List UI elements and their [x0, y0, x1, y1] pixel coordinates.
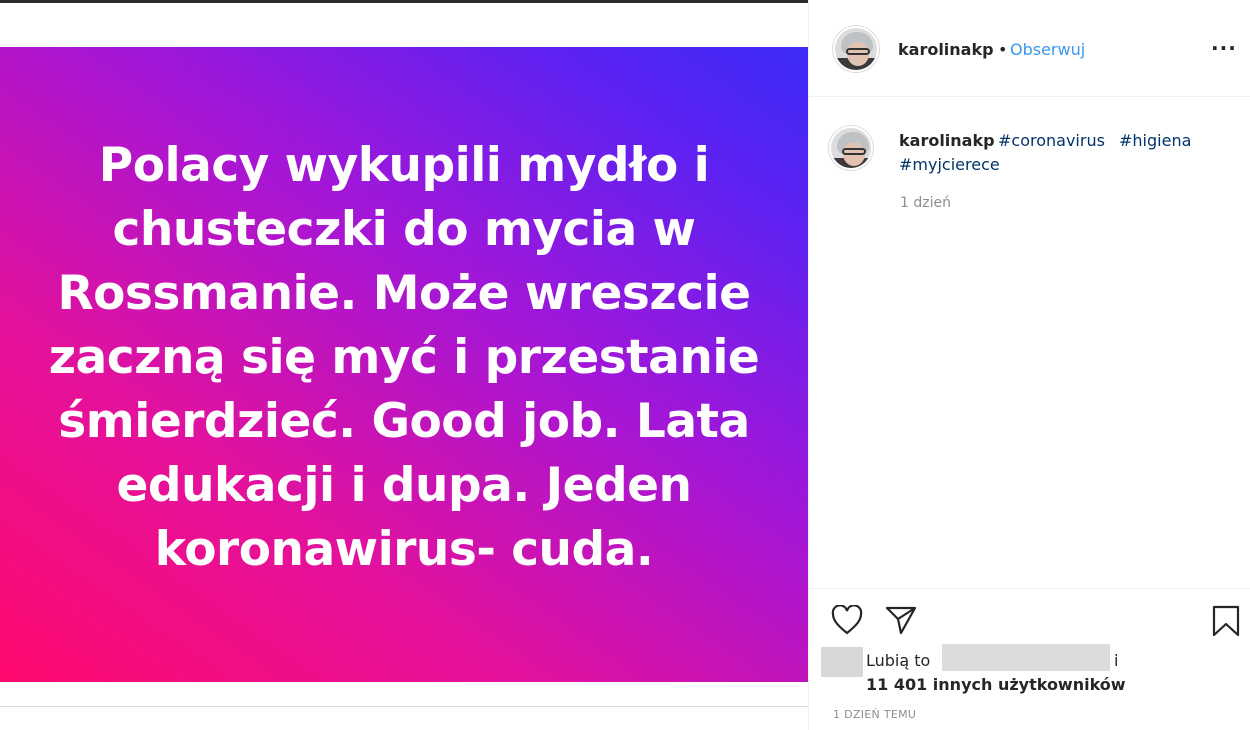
post-header: karolinakp • Obserwuj ···: [809, 0, 1250, 97]
likes-suffix: i: [1114, 651, 1119, 670]
header-username[interactable]: karolinakp: [898, 40, 994, 59]
heart-icon[interactable]: [831, 604, 863, 639]
caption-time[interactable]: 1 dzień: [900, 195, 951, 211]
avatar[interactable]: [833, 26, 879, 72]
instagram-post-view: Polacy wykupili mydło i chusteczki do my…: [0, 0, 1250, 730]
likes-count[interactable]: 11 401 innych użytkowników: [866, 675, 1126, 694]
separator-dot: •: [998, 40, 1008, 59]
post-actions: Lubią to i 11 401 innych użytkowników 1 …: [809, 588, 1250, 730]
hashtag-link[interactable]: #coronavirus: [998, 131, 1105, 150]
hashtag-link[interactable]: #higiena: [1119, 131, 1191, 150]
post-timestamp[interactable]: 1 DZIEŃ TEMU: [833, 708, 916, 721]
post-image-text: Polacy wykupili mydło i chusteczki do my…: [48, 137, 760, 577]
divider: [0, 706, 808, 707]
liker-avatar-blurred[interactable]: [821, 647, 863, 677]
more-options-icon[interactable]: ···: [1211, 36, 1237, 60]
share-icon[interactable]: [885, 605, 917, 639]
follow-button[interactable]: Obserwuj: [1010, 40, 1085, 59]
post-side-panel: karolinakp • Obserwuj ··· karolinakp #co…: [808, 0, 1250, 730]
likes-prefix: Lubią to: [866, 651, 931, 670]
caption-username[interactable]: karolinakp: [899, 131, 995, 150]
caption-avatar[interactable]: [829, 126, 873, 170]
liker-name-blurred[interactable]: [942, 644, 1110, 671]
hashtag-link[interactable]: #myjcierece: [899, 155, 1000, 174]
post-image[interactable]: Polacy wykupili mydło i chusteczki do my…: [0, 47, 808, 682]
bookmark-icon[interactable]: [1211, 605, 1241, 641]
